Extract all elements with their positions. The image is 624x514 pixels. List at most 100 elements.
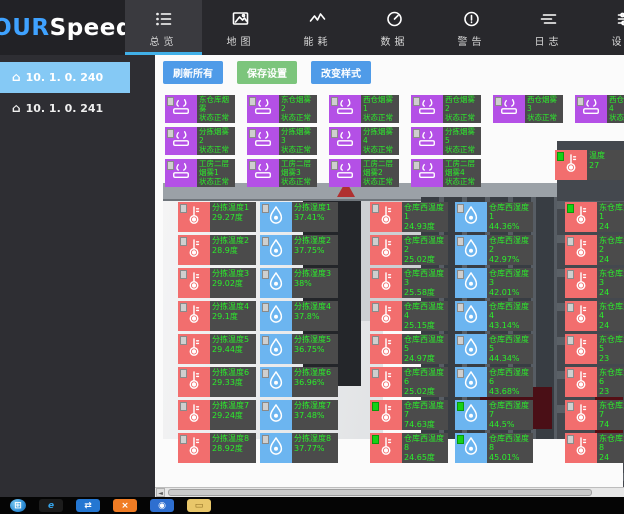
smoke-detector-tile[interactable]: 东仓库烟雾状态正常 [165, 95, 235, 123]
humidity-sensor-tile[interactable]: 仓库西湿度443.14% [455, 301, 533, 331]
sidebar-item-10-1-0-241[interactable]: ⌂10. 1. 0. 241 [0, 93, 130, 124]
temperature-sensor-tile[interactable]: 分拣温度329.02度 [178, 268, 256, 298]
tile-checkbox[interactable] [372, 303, 379, 312]
tile-checkbox[interactable] [249, 129, 256, 138]
tab-settings[interactable]: 设置 [587, 0, 624, 55]
tile-checkbox[interactable] [457, 204, 464, 213]
tile-checkbox[interactable] [372, 336, 379, 345]
tile-checkbox[interactable] [457, 237, 464, 246]
smoke-detector-tile[interactable]: 西仓烟雾2状态正常 [411, 95, 481, 123]
tile-checkbox[interactable] [262, 402, 269, 411]
tile-checkbox[interactable] [262, 237, 269, 246]
smoke-detector-tile[interactable]: 分拣烟雾5状态正常 [411, 127, 481, 155]
tab-data[interactable]: 数据 [356, 0, 433, 55]
tab-overview[interactable]: 总览 [125, 0, 202, 55]
temperature-sensor-tile[interactable]: 东仓库温度424 [565, 301, 624, 331]
tile-checkbox[interactable] [262, 369, 269, 378]
humidity-sensor-tile[interactable]: 仓库西湿度242.97% [455, 235, 533, 265]
security-shield-icon[interactable]: ◉ [150, 499, 174, 512]
scrollbar-thumb[interactable] [168, 489, 592, 496]
tile-checkbox[interactable] [372, 270, 379, 279]
smoke-detector-tile[interactable]: 东仓烟雾2状态正常 [247, 95, 317, 123]
tile-checkbox[interactable] [567, 336, 574, 345]
tile-checkbox[interactable] [262, 204, 269, 213]
temperature-sensor-tile[interactable]: 分拣温度529.44度 [178, 334, 256, 364]
tile-checkbox[interactable] [567, 402, 574, 411]
tile-checkbox[interactable] [180, 303, 187, 312]
tile-checkbox[interactable] [180, 402, 187, 411]
tile-checkbox[interactable] [567, 369, 574, 378]
refresh-all-button[interactable]: 刷新所有 [163, 61, 223, 84]
temperature-sensor-tile[interactable]: 仓库西温度325.58度 [370, 268, 448, 298]
smoke-detector-tile[interactable]: 工房二层烟雾4状态正常 [411, 159, 481, 187]
temperature-sensor-tile[interactable]: 温度27 [555, 150, 624, 180]
tile-checkbox[interactable] [457, 336, 464, 345]
temperature-sensor-tile[interactable]: 仓库西温度124.93度 [370, 202, 448, 232]
temperature-sensor-tile[interactable]: 仓库西温度225.02度 [370, 235, 448, 265]
tile-checkbox[interactable] [180, 270, 187, 279]
sidebar-item-10-1-0-240[interactable]: ⌂10. 1. 0. 240 [0, 62, 130, 93]
humidity-sensor-tile[interactable]: 分拣湿度536.75% [260, 334, 338, 364]
tile-checkbox[interactable] [180, 435, 187, 444]
save-settings-button[interactable]: 保存设置 [237, 61, 297, 84]
temperature-sensor-tile[interactable]: 仓库西温度524.97度 [370, 334, 448, 364]
temperature-sensor-tile[interactable]: 分拣温度729.24度 [178, 400, 256, 430]
tile-checkbox[interactable] [557, 152, 564, 161]
temperature-sensor-tile[interactable]: 东仓库温度623 [565, 367, 624, 397]
humidity-sensor-tile[interactable]: 分拣湿度437.8% [260, 301, 338, 331]
tile-checkbox[interactable] [262, 435, 269, 444]
tile-checkbox[interactable] [262, 270, 269, 279]
tile-checkbox[interactable] [413, 129, 420, 138]
tile-checkbox[interactable] [331, 97, 338, 106]
start-button[interactable]: ⊞ [10, 499, 26, 512]
tile-checkbox[interactable] [567, 270, 574, 279]
change-style-button[interactable]: 改变样式 [311, 61, 371, 84]
humidity-sensor-tile[interactable]: 分拣湿度338% [260, 268, 338, 298]
tile-checkbox[interactable] [413, 97, 420, 106]
humidity-sensor-tile[interactable]: 仓库西湿度845.01% [455, 433, 533, 463]
temperature-sensor-tile[interactable]: 仓库西温度425.15度 [370, 301, 448, 331]
temperature-sensor-tile[interactable]: 东仓库温度124 [565, 202, 624, 232]
temperature-sensor-tile[interactable]: 东仓库温度324 [565, 268, 624, 298]
humidity-sensor-tile[interactable]: 仓库西湿度544.34% [455, 334, 533, 364]
temperature-sensor-tile[interactable]: 仓库西温度625.02度 [370, 367, 448, 397]
temperature-sensor-tile[interactable]: 分拣温度629.33度 [178, 367, 256, 397]
temperature-sensor-tile[interactable]: 仓库西温度774.63度 [370, 400, 448, 430]
smoke-detector-tile[interactable]: 工房二层烟雾1状态正常 [165, 159, 235, 187]
tile-checkbox[interactable] [577, 97, 584, 106]
tile-checkbox[interactable] [567, 435, 574, 444]
tile-checkbox[interactable] [372, 435, 379, 444]
tile-checkbox[interactable] [567, 303, 574, 312]
tab-alerts[interactable]: 警告 [433, 0, 510, 55]
temperature-sensor-tile[interactable]: 分拣温度129.27度 [178, 202, 256, 232]
temperature-sensor-tile[interactable]: 分拣温度429.1度 [178, 301, 256, 331]
scroll-left-arrow[interactable]: ◄ [156, 488, 165, 497]
xampp-icon[interactable]: × [113, 499, 137, 512]
smoke-detector-tile[interactable]: 工房二层烟雾3状态正常 [247, 159, 317, 187]
tab-energy[interactable]: 能耗 [279, 0, 356, 55]
tile-checkbox[interactable] [457, 270, 464, 279]
temperature-sensor-tile[interactable]: 分拣温度828.92度 [178, 433, 256, 463]
tile-checkbox[interactable] [167, 97, 174, 106]
tile-checkbox[interactable] [495, 97, 502, 106]
horizontal-scrollbar[interactable]: ◄ [155, 487, 624, 497]
smoke-detector-tile[interactable]: 西仓烟雾1状态正常 [329, 95, 399, 123]
tile-checkbox[interactable] [249, 97, 256, 106]
tile-checkbox[interactable] [180, 369, 187, 378]
tile-checkbox[interactable] [457, 303, 464, 312]
tile-checkbox[interactable] [372, 369, 379, 378]
humidity-sensor-tile[interactable]: 仓库西湿度744.5% [455, 400, 533, 430]
tile-checkbox[interactable] [567, 237, 574, 246]
tile-checkbox[interactable] [331, 129, 338, 138]
temperature-sensor-tile[interactable]: 东仓库温度774 [565, 400, 624, 430]
humidity-sensor-tile[interactable]: 分拣湿度636.96% [260, 367, 338, 397]
folder-explorer-icon[interactable]: ▭ [187, 499, 211, 512]
smoke-detector-tile[interactable]: 西仓烟雾4状态正常 [575, 95, 624, 123]
tile-checkbox[interactable] [167, 129, 174, 138]
tile-checkbox[interactable] [457, 435, 464, 444]
tile-checkbox[interactable] [457, 402, 464, 411]
tile-checkbox[interactable] [567, 204, 574, 213]
temperature-sensor-tile[interactable]: 东仓库温度523 [565, 334, 624, 364]
humidity-sensor-tile[interactable]: 分拣湿度837.77% [260, 433, 338, 463]
tile-checkbox[interactable] [372, 237, 379, 246]
